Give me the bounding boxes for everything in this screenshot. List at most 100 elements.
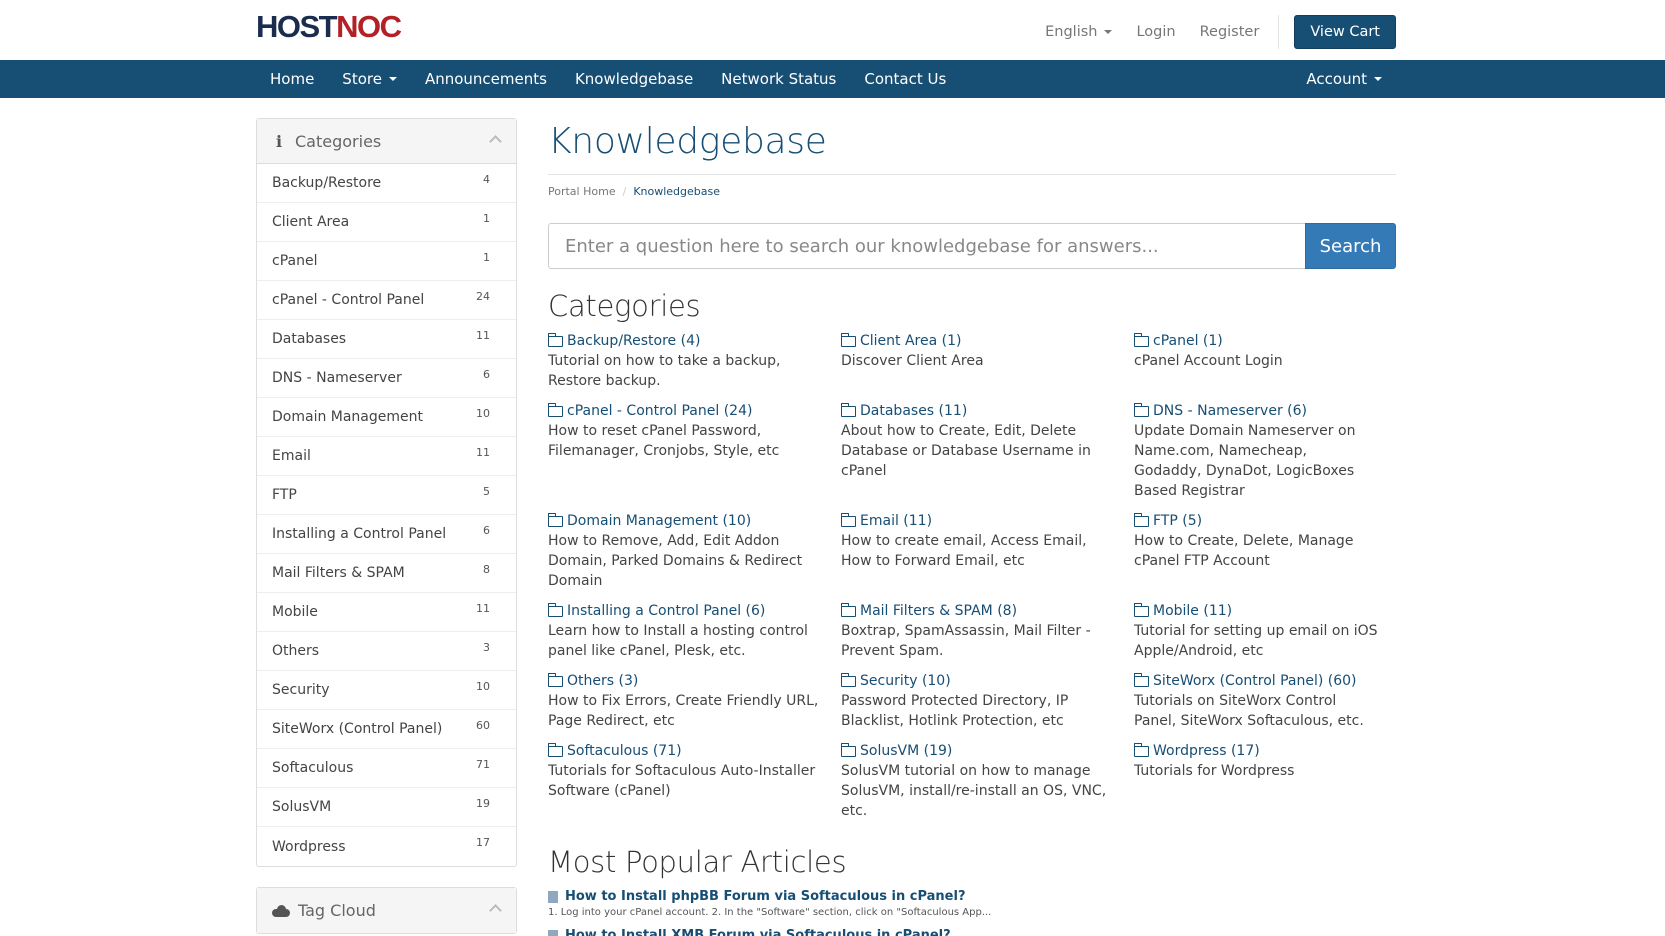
main-navbar: Home Store Announcements Knowledgebase N… xyxy=(0,60,1665,98)
kb-category-link[interactable]: cPanel (1) xyxy=(1133,331,1396,351)
login-link[interactable]: Login xyxy=(1136,24,1175,40)
kb-search-input[interactable] xyxy=(548,223,1305,269)
category-label: Wordpress xyxy=(272,838,346,855)
folder-open-icon xyxy=(547,672,563,687)
sidebar-category-item[interactable]: Client Area 1 xyxy=(257,203,516,242)
kb-category-link[interactable]: Others (3) xyxy=(547,671,841,691)
category-label: DNS - Nameserver xyxy=(272,370,402,386)
kb-category-link[interactable]: SolusVM (19) xyxy=(840,741,1134,761)
sidebar-category-item[interactable]: SolusVM 19 xyxy=(257,788,516,827)
file-icon xyxy=(548,890,558,903)
kb-category-link[interactable]: SiteWorx (Control Panel) (60) xyxy=(1133,671,1396,691)
view-cart-button[interactable]: View Cart xyxy=(1294,15,1396,49)
kb-category-description: Tutorial for setting up email on iOS App… xyxy=(1134,623,1378,659)
chevron-up-icon[interactable] xyxy=(489,135,502,148)
nav-store[interactable]: Store xyxy=(328,60,411,98)
folder-open-icon xyxy=(1133,332,1149,347)
kb-category: Others (3) How to Fix Errors, Create Frie… xyxy=(547,671,841,731)
search-button[interactable]: Search xyxy=(1305,223,1396,269)
categories-panel-header[interactable]: i Categories xyxy=(257,119,516,164)
article-link[interactable]: How to Install XMB Forum via Softaculous… xyxy=(548,928,1396,936)
kb-category-link[interactable]: Domain Management (10) xyxy=(547,511,841,531)
nav-contact-us[interactable]: Contact Us xyxy=(850,60,960,98)
breadcrumb-home[interactable]: Portal Home xyxy=(548,185,616,198)
category-label: Installing a Control Panel xyxy=(272,526,447,542)
language-selector[interactable]: English xyxy=(1045,24,1113,40)
kb-category-link[interactable]: Security (10) xyxy=(840,671,1134,691)
folder-open-icon xyxy=(547,602,563,617)
folder-open-icon xyxy=(547,402,563,417)
tag-cloud-header[interactable]: Tag Cloud xyxy=(257,888,516,933)
categories-panel: i Categories Backup/Restore 4 Client Area 1… xyxy=(256,118,517,867)
sidebar: i Categories Backup/Restore 4 Client Area 1… xyxy=(256,118,517,936)
sidebar-category-item[interactable]: cPanel - Control Panel 24 xyxy=(257,281,516,320)
site-logo[interactable]: HOSTNOC xyxy=(256,9,402,45)
cloud-icon xyxy=(272,904,290,917)
folder-open-icon xyxy=(840,332,856,347)
kb-category-description: Password Protected Directory, IP Blackli… xyxy=(841,693,1069,729)
kb-category-description: How to Fix Errors, Create Friendly URL, … xyxy=(548,693,819,729)
sidebar-category-item[interactable]: Mobile 11 xyxy=(257,593,516,632)
nav-home[interactable]: Home xyxy=(256,60,328,98)
kb-category-link[interactable]: DNS - Nameserver (6) xyxy=(1133,401,1396,421)
article-link[interactable]: How to Install phpBB Forum via Softaculo… xyxy=(548,889,1396,904)
sidebar-category-item[interactable]: FTP 5 xyxy=(257,476,516,515)
kb-category-link[interactable]: Databases (11) xyxy=(840,401,1134,421)
nav-account[interactable]: Account xyxy=(1292,60,1396,98)
sidebar-category-item[interactable]: Databases 11 xyxy=(257,320,516,359)
category-count-badge: 11 xyxy=(476,446,490,459)
folder-open-icon xyxy=(840,672,856,687)
sidebar-category-item[interactable]: Email 11 xyxy=(257,437,516,476)
kb-category-link[interactable]: FTP (5) xyxy=(1133,511,1396,531)
category-count-badge: 60 xyxy=(476,719,490,732)
sidebar-category-item[interactable]: Softaculous 71 xyxy=(257,749,516,788)
category-count-badge: 6 xyxy=(483,524,490,537)
folder-open-icon xyxy=(547,332,563,347)
sidebar-category-item[interactable]: Mail Filters & SPAM 8 xyxy=(257,554,516,593)
category-count-badge: 4 xyxy=(483,173,490,186)
chevron-up-icon[interactable] xyxy=(489,904,502,917)
sidebar-category-item[interactable]: Wordpress 17 xyxy=(257,827,516,866)
kb-category-link[interactable]: Client Area (1) xyxy=(840,331,1134,351)
kb-category-link[interactable]: Wordpress (17) xyxy=(1133,741,1396,761)
kb-category-description: Update Domain Nameserver on Name.com, Na… xyxy=(1134,423,1356,499)
kb-category-link[interactable]: Mail Filters & SPAM (8) xyxy=(840,601,1134,621)
nav-knowledgebase[interactable]: Knowledgebase xyxy=(561,60,707,98)
folder-open-icon xyxy=(1133,512,1149,527)
category-label: Security xyxy=(272,682,330,698)
sidebar-category-item[interactable]: Domain Management 10 xyxy=(257,398,516,437)
kb-category-description: How to create email, Access Email, How t… xyxy=(841,533,1087,569)
folder-open-icon xyxy=(840,602,856,617)
sidebar-category-item[interactable]: DNS - Nameserver 6 xyxy=(257,359,516,398)
category-label: FTP xyxy=(272,487,297,503)
tag-cloud-panel: Tag Cloud xyxy=(256,887,517,934)
sidebar-category-item[interactable]: Installing a Control Panel 6 xyxy=(257,515,516,554)
kb-category-description: Discover Client Area xyxy=(841,353,984,369)
folder-open-icon xyxy=(840,512,856,527)
info-icon: i xyxy=(275,131,283,151)
sidebar-category-item[interactable]: SiteWorx (Control Panel) 60 xyxy=(257,710,516,749)
kb-category: Email (11) How to create email, Access Em… xyxy=(840,511,1134,591)
kb-category-link[interactable]: Mobile (11) xyxy=(1133,601,1396,621)
divider xyxy=(1278,15,1280,49)
kb-category-description: Boxtrap, SpamAssassin, Mail Filter - Pre… xyxy=(841,623,1091,659)
category-grid: Backup/Restore (4) Tutorial on how to tak… xyxy=(547,331,1396,821)
kb-category-link[interactable]: Backup/Restore (4) xyxy=(547,331,841,351)
kb-category-link[interactable]: Softaculous (71) xyxy=(547,741,841,761)
category-count-badge: 5 xyxy=(483,485,490,498)
sidebar-category-item[interactable]: Others 3 xyxy=(257,632,516,671)
category-label: SolusVM xyxy=(272,799,332,815)
sidebar-category-item[interactable]: Security 10 xyxy=(257,671,516,710)
category-count-badge: 3 xyxy=(483,641,490,654)
nav-announcements[interactable]: Announcements xyxy=(411,60,561,98)
sidebar-category-item[interactable]: Backup/Restore 4 xyxy=(257,164,516,203)
register-link[interactable]: Register xyxy=(1200,24,1260,40)
kb-category-link[interactable]: Installing a Control Panel (6) xyxy=(547,601,841,621)
kb-category-link[interactable]: cPanel - Control Panel (24) xyxy=(547,401,841,421)
kb-category: Backup/Restore (4) Tutorial on how to tak… xyxy=(547,331,841,391)
kb-category-description: About how to Create, Edit, Delete Databa… xyxy=(841,423,1091,479)
kb-category-link[interactable]: Email (11) xyxy=(840,511,1134,531)
sidebar-category-item[interactable]: cPanel 1 xyxy=(257,242,516,281)
caret-down-icon xyxy=(1374,77,1382,81)
nav-network-status[interactable]: Network Status xyxy=(707,60,850,98)
